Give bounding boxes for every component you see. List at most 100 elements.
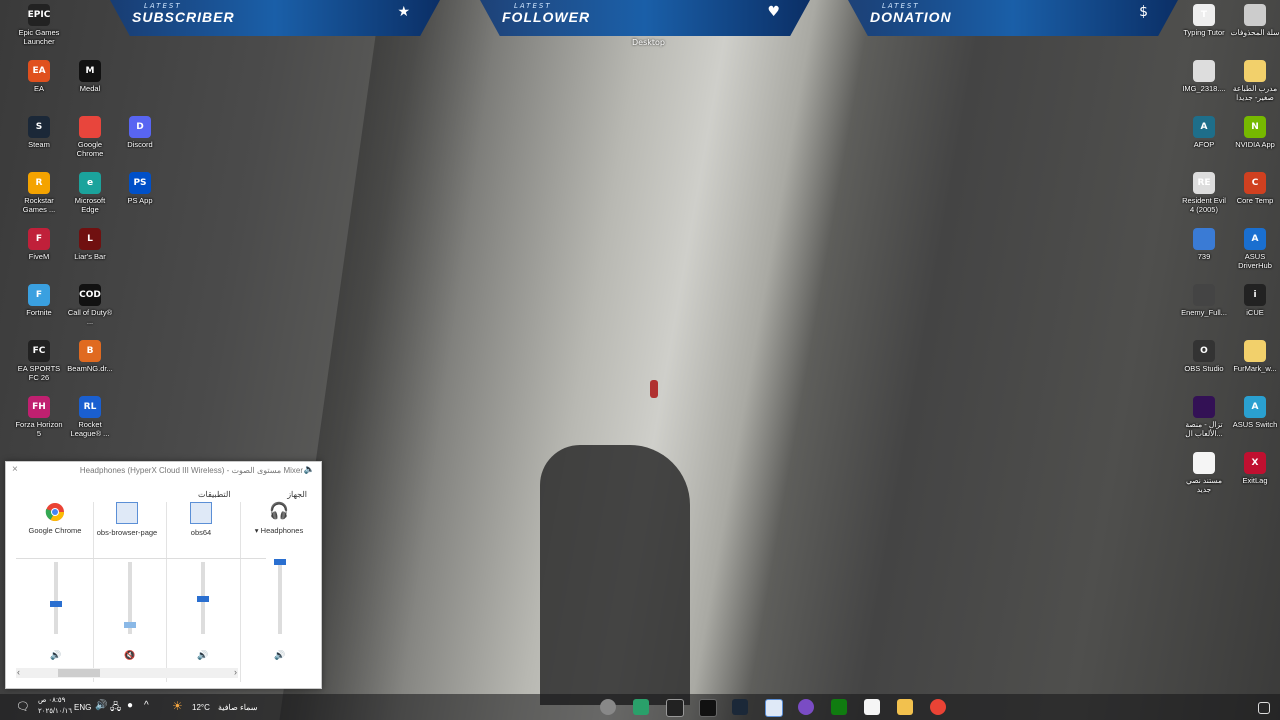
clock-time[interactable]: ٠٨:٥٩ ص <box>38 696 65 704</box>
device-volume-track[interactable] <box>278 562 282 634</box>
taskbar-window-icon[interactable] <box>765 699 783 717</box>
window-icon[interactable] <box>190 502 212 524</box>
desktop-icon[interactable]: EPIC Epic Games Launcher <box>14 4 64 46</box>
obs64-volume-slider[interactable] <box>197 596 209 603</box>
desktop-icon-label: Rocket League® ... <box>70 420 110 438</box>
desktop-icon[interactable]: مستند نصي جديد <box>1179 452 1229 494</box>
banner-title: DONATION <box>870 9 952 25</box>
taskbar-obs-icon[interactable] <box>666 699 684 717</box>
app-icon: e <box>79 172 101 194</box>
desktop-icon[interactable]: M Medal <box>65 60 115 93</box>
windows-start-icon[interactable] <box>1258 702 1270 714</box>
desktop-icon[interactable]: FH Forza Horizon 5 <box>14 396 64 438</box>
taskbar-xbox-icon[interactable] <box>831 699 847 715</box>
app-name: Google Chrome <box>28 526 82 535</box>
desktop-icon[interactable]: A ASUS DriverHub <box>1230 228 1280 270</box>
obs64-mute-button[interactable]: 🔊 <box>197 650 208 661</box>
desktop-icon-label: Resident Evil 4 (2005) <box>1182 196 1226 214</box>
notifications-icon[interactable]: 🗨 <box>16 700 30 713</box>
app-icon: FH <box>28 396 50 418</box>
app-icon <box>1244 60 1266 82</box>
desktop-icon[interactable]: B BeamNG.dr... <box>65 340 115 373</box>
device-mute-button[interactable]: 🔊 <box>274 650 285 661</box>
desktop-icon-label: Microsoft Edge <box>74 196 106 214</box>
desktop-icon[interactable]: RE Resident Evil 4 (2005) <box>1179 172 1229 214</box>
clock-date[interactable]: ٢٠٢٥/١٠/١٦ <box>38 707 72 715</box>
taskbar-app-icon[interactable] <box>633 699 649 715</box>
desktop-icon[interactable]: تزال - منصة الألعاب ال... <box>1179 396 1229 438</box>
device-dropdown[interactable]: ▾ Headphones <box>244 526 314 535</box>
chevron-up-icon[interactable]: ^ <box>144 700 149 711</box>
desktop-icon[interactable]: FC EA SPORTS FC 26 <box>14 340 64 382</box>
desktop-icon[interactable]: C Core Temp <box>1230 172 1280 205</box>
desktop-icon[interactable]: F FiveM <box>14 228 64 261</box>
desktop-icon[interactable]: F Fortnite <box>14 284 64 317</box>
app-icon: F <box>28 228 50 250</box>
desktop-icon[interactable]: S Steam <box>14 116 64 149</box>
desktop-icon[interactable]: Enemy_Full... <box>1179 284 1229 317</box>
desktop-icon[interactable]: FurMark_w... <box>1230 340 1280 373</box>
desktop-icon[interactable]: L Liar's Bar <box>65 228 115 261</box>
chrome-volume-track[interactable] <box>54 562 58 634</box>
taskbar-chrome-icon[interactable] <box>930 699 946 715</box>
scroll-left-icon[interactable]: ‹ <box>17 667 20 677</box>
app-column-chrome: Google Chrome <box>20 502 90 535</box>
taskbar-medal-icon[interactable] <box>699 699 717 717</box>
tray-app-icon[interactable]: ● <box>127 700 133 711</box>
taskbar-steam-icon[interactable] <box>732 699 748 715</box>
scrollbar-thumb[interactable] <box>58 669 100 677</box>
app-icon: N <box>1244 116 1266 138</box>
obs-browser-muted-icon[interactable]: 🔇 <box>124 650 135 661</box>
desktop-icon-label: FiveM <box>28 252 50 261</box>
network-icon[interactable]: 🖧 <box>110 700 121 717</box>
desktop-icon[interactable]: A ASUS Switch <box>1230 396 1280 429</box>
desktop-icon[interactable]: EA EA <box>14 60 64 93</box>
volume-icon[interactable]: 🔊 <box>95 700 107 711</box>
banner-donation: LATEST DONATION $ <box>848 0 1178 36</box>
app-column-obs64: obs64 <box>166 502 236 537</box>
desktop-icon[interactable]: PS PS App <box>115 172 165 205</box>
chrome-volume-slider[interactable] <box>50 600 62 607</box>
desktop-icon[interactable]: O OBS Studio <box>1179 340 1229 373</box>
desktop-icon[interactable]: RL Rocket League® ... <box>65 396 115 438</box>
taskbar-app-icon[interactable] <box>798 699 814 715</box>
desktop-icon[interactable]: A AFOP <box>1179 116 1229 149</box>
desktop-icon[interactable]: R Rockstar Games ... <box>14 172 64 214</box>
desktop-icon-label: Liar's Bar <box>74 252 106 261</box>
mixer-titlebar[interactable]: × Headphones (HyperX Cloud III Wireless)… <box>6 462 321 480</box>
desktop-icon[interactable]: i iCUE <box>1230 284 1280 317</box>
weather-temp[interactable]: 12°C <box>192 703 210 712</box>
desktop-icon[interactable]: مدرب الطباعة صغير- جديدا <box>1230 60 1280 102</box>
language-indicator[interactable]: ENG <box>74 703 91 712</box>
desktop-icon[interactable]: N NVIDIA App <box>1230 116 1280 149</box>
taskbar-folder-icon[interactable] <box>897 699 913 715</box>
desktop-icon[interactable]: سلة المحذوفات <box>1230 4 1280 37</box>
desktop-icon[interactable]: e Microsoft Edge <box>65 172 115 214</box>
desktop-icon-label: NVIDIA App <box>1235 140 1275 149</box>
desktop-icon[interactable]: X ExitLag <box>1230 452 1280 485</box>
desktop-icon-label: PS App <box>127 196 153 205</box>
app-icon: O <box>1193 340 1215 362</box>
obs-browser-volume-slider[interactable] <box>124 622 136 629</box>
taskbar-app-icon[interactable] <box>600 699 616 715</box>
headphones-icon[interactable]: 🎧 <box>269 502 289 522</box>
desktop-icon[interactable]: D Discord <box>115 116 165 149</box>
desktop-icon[interactable]: 739 <box>1179 228 1229 261</box>
device-volume-slider[interactable] <box>274 559 286 565</box>
window-icon[interactable] <box>116 502 138 524</box>
device-name: Headphones <box>260 526 304 535</box>
desktop-icon-label: Fortnite <box>26 308 52 317</box>
weather-description[interactable]: سماء صافية <box>218 703 258 712</box>
desktop-icon[interactable]: COD Call of Duty® ... <box>65 284 115 326</box>
taskbar-store-icon[interactable] <box>864 699 880 715</box>
chrome-mute-button[interactable]: 🔊 <box>50 650 61 661</box>
weather-icon[interactable]: ☀ <box>172 699 183 713</box>
app-icon: B <box>79 340 101 362</box>
desktop-icon[interactable]: Google Chrome <box>65 116 115 158</box>
chrome-icon[interactable] <box>45 502 65 522</box>
desktop-icon[interactable]: IMG_2318.... <box>1179 60 1229 93</box>
horizontal-scrollbar[interactable]: ‹ › <box>16 667 238 678</box>
desktop-icon[interactable]: T Typing Tutor <box>1179 4 1229 37</box>
close-icon[interactable]: × <box>12 464 18 475</box>
scroll-right-icon[interactable]: › <box>234 667 237 677</box>
